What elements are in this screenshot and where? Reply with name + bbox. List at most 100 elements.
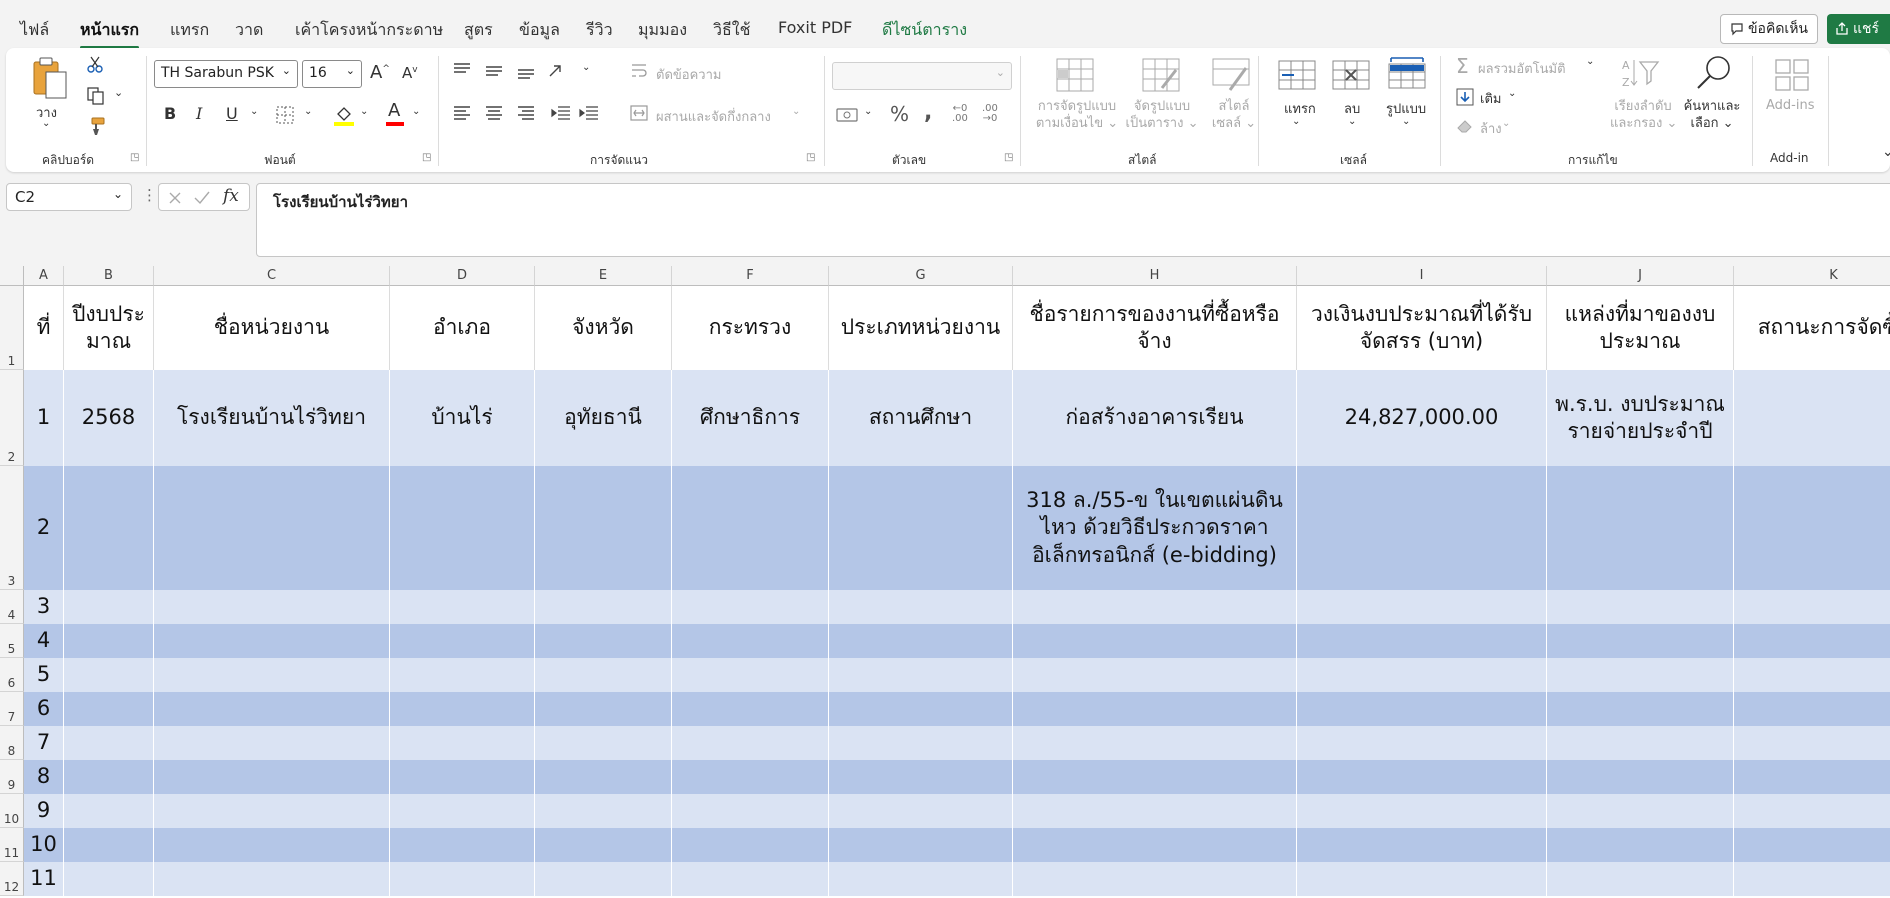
- merge-center-icon[interactable]: [630, 104, 648, 122]
- column-header-a[interactable]: A: [24, 266, 64, 286]
- share-button[interactable]: แชร์: [1827, 14, 1890, 44]
- bold-icon[interactable]: B: [164, 104, 176, 123]
- format-as-table-icon[interactable]: [1142, 58, 1180, 92]
- number-launcher-icon[interactable]: ◳: [1004, 152, 1013, 163]
- collapse-ribbon-icon[interactable]: ⌄: [1882, 144, 1890, 160]
- copy-icon[interactable]: [86, 86, 106, 106]
- tab-view[interactable]: มุมมอง: [638, 18, 687, 43]
- select-all-corner[interactable]: [0, 266, 24, 286]
- paste-icon[interactable]: [30, 56, 70, 100]
- column-header-b[interactable]: B: [64, 266, 154, 286]
- column-title[interactable]: สถานะการจัดซื้อ: [1734, 286, 1890, 370]
- tab-help[interactable]: วิธีใช้: [713, 18, 750, 43]
- find-select-icon[interactable]: [1694, 54, 1734, 92]
- insert-cells-icon[interactable]: [1278, 60, 1316, 90]
- cell[interactable]: [154, 862, 390, 896]
- cell[interactable]: [672, 658, 829, 692]
- paste-dropdown-icon[interactable]: ⌄: [42, 118, 50, 129]
- cell[interactable]: [829, 794, 1013, 828]
- cell[interactable]: [829, 862, 1013, 896]
- cell[interactable]: [154, 624, 390, 658]
- conditional-formatting-icon[interactable]: [1056, 58, 1094, 92]
- orientation-dropdown-icon[interactable]: ⌄: [582, 62, 590, 73]
- cell[interactable]: [1547, 828, 1734, 862]
- row-header[interactable]: 6: [0, 658, 24, 692]
- column-header-g[interactable]: G: [829, 266, 1013, 286]
- cell[interactable]: [535, 862, 672, 896]
- cell[interactable]: [672, 466, 829, 590]
- merge-dropdown-icon[interactable]: ⌄: [792, 106, 800, 117]
- cell[interactable]: [829, 828, 1013, 862]
- cell[interactable]: [1734, 692, 1890, 726]
- cell[interactable]: [1297, 726, 1547, 760]
- cell[interactable]: [64, 726, 154, 760]
- cell[interactable]: [1734, 624, 1890, 658]
- cell[interactable]: [1013, 726, 1297, 760]
- column-title[interactable]: ชื่อรายการของงานที่ซื้อหรือจ้าง: [1013, 286, 1297, 370]
- cell[interactable]: [1734, 862, 1890, 896]
- cell[interactable]: [1297, 590, 1547, 624]
- cell[interactable]: [1734, 726, 1890, 760]
- cell[interactable]: [154, 658, 390, 692]
- cell[interactable]: [1547, 794, 1734, 828]
- autosum-icon[interactable]: Σ: [1456, 54, 1469, 78]
- cell-styles-icon[interactable]: [1212, 58, 1250, 92]
- insert-dropdown-icon[interactable]: ⌄: [1292, 116, 1300, 127]
- find-select-label[interactable]: ค้นหาและ เลือก ⌄: [1682, 98, 1742, 132]
- row-header[interactable]: 4: [0, 590, 24, 624]
- cell[interactable]: [64, 828, 154, 862]
- column-header-j[interactable]: J: [1547, 266, 1734, 286]
- column-header-e[interactable]: E: [535, 266, 672, 286]
- clipboard-launcher-icon[interactable]: ◳: [130, 152, 139, 163]
- font-launcher-icon[interactable]: ◳: [422, 152, 431, 163]
- tab-draw[interactable]: วาด: [235, 18, 263, 43]
- cell[interactable]: [64, 658, 154, 692]
- cell[interactable]: [154, 466, 390, 590]
- cell[interactable]: [1547, 862, 1734, 896]
- copy-dropdown-icon[interactable]: ⌄: [114, 86, 123, 99]
- column-title[interactable]: ประเภทหน่วยงาน: [829, 286, 1013, 370]
- cell[interactable]: [829, 726, 1013, 760]
- column-header-d[interactable]: D: [390, 266, 535, 286]
- borders-dropdown-icon[interactable]: ⌄: [304, 106, 312, 117]
- row-header[interactable]: 12: [0, 862, 24, 896]
- tab-table-design[interactable]: ดีไซน์ตาราง: [882, 18, 967, 43]
- fill-color-dropdown-icon[interactable]: ⌄: [360, 106, 368, 117]
- cell[interactable]: [1013, 658, 1297, 692]
- font-color-icon[interactable]: A: [388, 100, 400, 121]
- format-dropdown-icon[interactable]: ⌄: [1402, 116, 1410, 127]
- formula-input[interactable]: โรงเรียนบ้านไร่วิทยา: [256, 183, 1890, 257]
- column-header-h[interactable]: H: [1013, 266, 1297, 286]
- cell[interactable]: [1547, 658, 1734, 692]
- vertical-align-icons[interactable]: [452, 62, 568, 80]
- cell[interactable]: พ.ร.บ. งบประมาณรายจ่ายประจำปี: [1547, 370, 1734, 466]
- cell[interactable]: [390, 466, 535, 590]
- cell[interactable]: 318 ล./55-ข ในเขตแผ่นดินไหว ด้วยวิธีประก…: [1013, 466, 1297, 590]
- tab-page-layout[interactable]: เค้าโครงหน้ากระดาษ: [295, 18, 443, 43]
- cell[interactable]: [1734, 590, 1890, 624]
- cell[interactable]: [535, 794, 672, 828]
- comma-style-icon[interactable]: ,: [924, 100, 932, 125]
- decrease-decimal-icon[interactable]: .00 →0: [982, 104, 998, 124]
- cell[interactable]: [535, 760, 672, 794]
- cell[interactable]: [535, 590, 672, 624]
- cell[interactable]: 9: [24, 794, 64, 828]
- cell[interactable]: [1013, 692, 1297, 726]
- cell[interactable]: [64, 794, 154, 828]
- tab-insert[interactable]: แทรก: [170, 18, 209, 43]
- wrap-text-icon[interactable]: [630, 62, 648, 80]
- cell[interactable]: 6: [24, 692, 64, 726]
- cell[interactable]: [1013, 624, 1297, 658]
- cell[interactable]: [390, 760, 535, 794]
- cell[interactable]: [390, 590, 535, 624]
- cell[interactable]: [672, 760, 829, 794]
- row-header[interactable]: 7: [0, 692, 24, 726]
- cell[interactable]: [1013, 590, 1297, 624]
- accounting-dropdown-icon[interactable]: ⌄: [864, 106, 872, 117]
- column-title[interactable]: ชื่อหน่วยงาน: [154, 286, 390, 370]
- cell[interactable]: [535, 466, 672, 590]
- cell[interactable]: [64, 862, 154, 896]
- name-box[interactable]: C2 ⌄: [6, 183, 132, 211]
- row-header[interactable]: 2: [0, 370, 24, 466]
- fill-icon[interactable]: [1456, 88, 1474, 106]
